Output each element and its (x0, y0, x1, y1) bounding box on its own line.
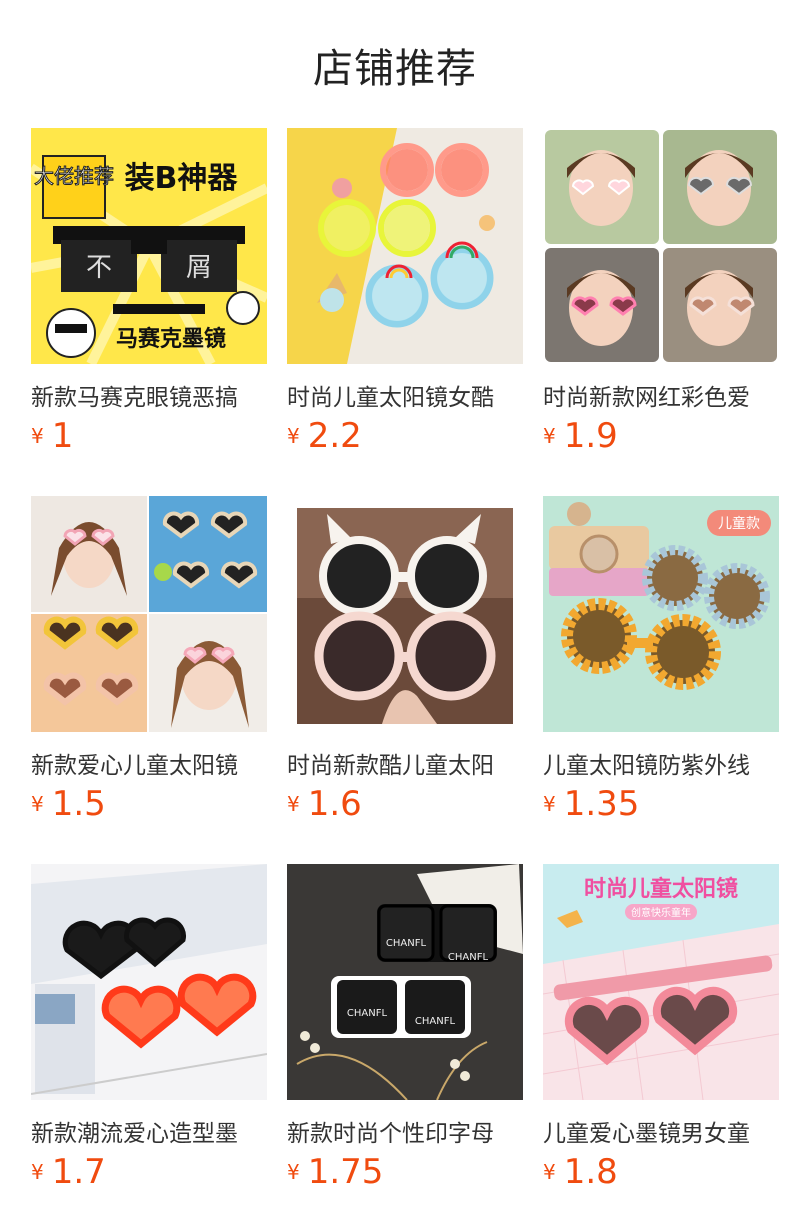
product-card[interactable]: 大佬推荐 装B神器 不 屑 马赛克墨镜 新款马赛克眼镜恶搞 ¥1 (31, 128, 267, 456)
product-price: ¥1 (31, 416, 267, 456)
product-image[interactable]: 大佬推荐 装B神器 不 屑 马赛克墨镜 (31, 128, 267, 364)
product-card[interactable]: 时尚儿童太阳镜 创意快乐童年 儿童爱心墨镜男女童 ¥1.8 (543, 864, 779, 1192)
page-title: 店铺推荐 (313, 46, 477, 92)
currency-symbol: ¥ (287, 792, 300, 816)
svg-text:马赛克墨镜: 马赛克墨镜 (116, 326, 226, 352)
product-price: ¥1.7 (31, 1152, 267, 1192)
product-card[interactable]: 时尚新款网红彩色爱 ¥1.9 (543, 128, 779, 456)
price-value: 1.6 (307, 784, 362, 824)
svg-text:创意快乐童年: 创意快乐童年 (631, 906, 691, 919)
product-card[interactable]: 时尚儿童太阳镜女酷 ¥2.2 (287, 128, 523, 456)
product-price: ¥1.35 (543, 784, 779, 824)
product-image[interactable] (31, 496, 267, 732)
currency-symbol: ¥ (543, 1160, 556, 1184)
svg-text:CHANFL: CHANFL (415, 1016, 456, 1027)
price-value: 1.9 (563, 416, 618, 456)
price-value: 1.35 (563, 784, 640, 824)
product-price: ¥2.2 (287, 416, 523, 456)
product-card[interactable]: 时尚新款酷儿童太阳 ¥1.6 (287, 496, 523, 824)
product-image[interactable]: 儿童款 (543, 496, 779, 732)
svg-text:屑: 屑 (186, 253, 212, 283)
svg-text:CHANFL: CHANFL (448, 952, 489, 963)
price-value: 1.8 (563, 1152, 618, 1192)
product-price: ¥1.5 (31, 784, 267, 824)
product-price: ¥1.9 (543, 416, 779, 456)
currency-symbol: ¥ (31, 792, 44, 816)
product-name[interactable]: 时尚新款网红彩色爱 (543, 378, 779, 412)
product-name[interactable]: 时尚新款酷儿童太阳 (287, 746, 523, 780)
svg-text:儿童款: 儿童款 (718, 515, 760, 532)
product-image[interactable]: CHANFL CHANFL CHANFL CHANFL (287, 864, 523, 1100)
product-name[interactable]: 新款时尚个性印字母 (287, 1114, 523, 1148)
product-name[interactable]: 新款爱心儿童太阳镜 (31, 746, 267, 780)
currency-symbol: ¥ (287, 424, 300, 448)
product-name[interactable]: 新款马赛克眼镜恶搞 (31, 378, 267, 412)
price-value: 1.5 (51, 784, 106, 824)
product-image[interactable] (31, 864, 267, 1100)
product-image[interactable]: 时尚儿童太阳镜 创意快乐童年 (543, 864, 779, 1100)
product-image[interactable] (287, 128, 523, 364)
svg-text:装B神器: 装B神器 (125, 161, 239, 196)
product-card[interactable]: CHANFL CHANFL CHANFL CHANFL 新款时尚个性印字母 ¥1… (287, 864, 523, 1192)
product-price: ¥1.8 (543, 1152, 779, 1192)
price-value: 1 (51, 416, 74, 456)
currency-symbol: ¥ (31, 1160, 44, 1184)
product-price: ¥1.75 (287, 1152, 523, 1192)
product-card[interactable]: 新款潮流爱心造型墨 ¥1.7 (31, 864, 267, 1192)
product-name[interactable]: 时尚儿童太阳镜女酷 (287, 378, 523, 412)
product-card[interactable]: 新款爱心儿童太阳镜 ¥1.5 (31, 496, 267, 824)
svg-text:大佬推荐: 大佬推荐 (34, 164, 114, 188)
product-price: ¥1.6 (287, 784, 523, 824)
product-name[interactable]: 儿童太阳镜防紫外线 (543, 746, 779, 780)
product-image[interactable] (543, 128, 779, 364)
product-image[interactable] (287, 496, 523, 732)
product-name[interactable]: 新款潮流爱心造型墨 (31, 1114, 267, 1148)
shop-recommend-page: 店铺推荐 大佬推荐 装B神器 不 屑 马赛克墨镜 新款马赛克眼镜恶搞 ¥ 1 时… (0, 0, 790, 1232)
product-grid: 大佬推荐 装B神器 不 屑 马赛克墨镜 新款马赛克眼镜恶搞 ¥1 时尚儿童太阳镜… (31, 128, 779, 1192)
currency-symbol: ¥ (543, 424, 556, 448)
price-value: 1.75 (307, 1152, 384, 1192)
currency-symbol: ¥ (543, 792, 556, 816)
price-value: 1.7 (51, 1152, 106, 1192)
currency-symbol: ¥ (287, 1160, 300, 1184)
svg-text:不: 不 (86, 253, 112, 283)
product-name[interactable]: 儿童爱心墨镜男女童 (543, 1114, 779, 1148)
svg-text:CHANFL: CHANFL (386, 938, 427, 949)
currency-symbol: ¥ (31, 424, 44, 448)
svg-text:时尚儿童太阳镜: 时尚儿童太阳镜 (584, 876, 738, 902)
price-value: 2.2 (307, 416, 362, 456)
svg-text:CHANFL: CHANFL (347, 1008, 388, 1019)
product-card[interactable]: 儿童款 儿童太阳镜防紫外线 ¥1.35 (543, 496, 779, 824)
